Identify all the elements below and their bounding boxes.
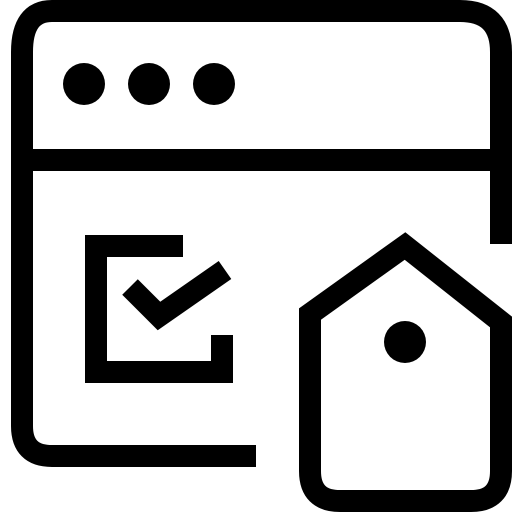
window-control-dot-1 <box>63 63 105 105</box>
window-controls <box>63 63 235 105</box>
window-control-dot-2 <box>128 63 170 105</box>
window-control-dot-3 <box>193 63 235 105</box>
tag-hole <box>384 321 426 363</box>
browser-window-checklist-tag-icon <box>11 0 512 512</box>
tag-icon <box>299 232 512 512</box>
checkmark-icon <box>122 260 232 331</box>
icon-canvas <box>0 0 512 512</box>
